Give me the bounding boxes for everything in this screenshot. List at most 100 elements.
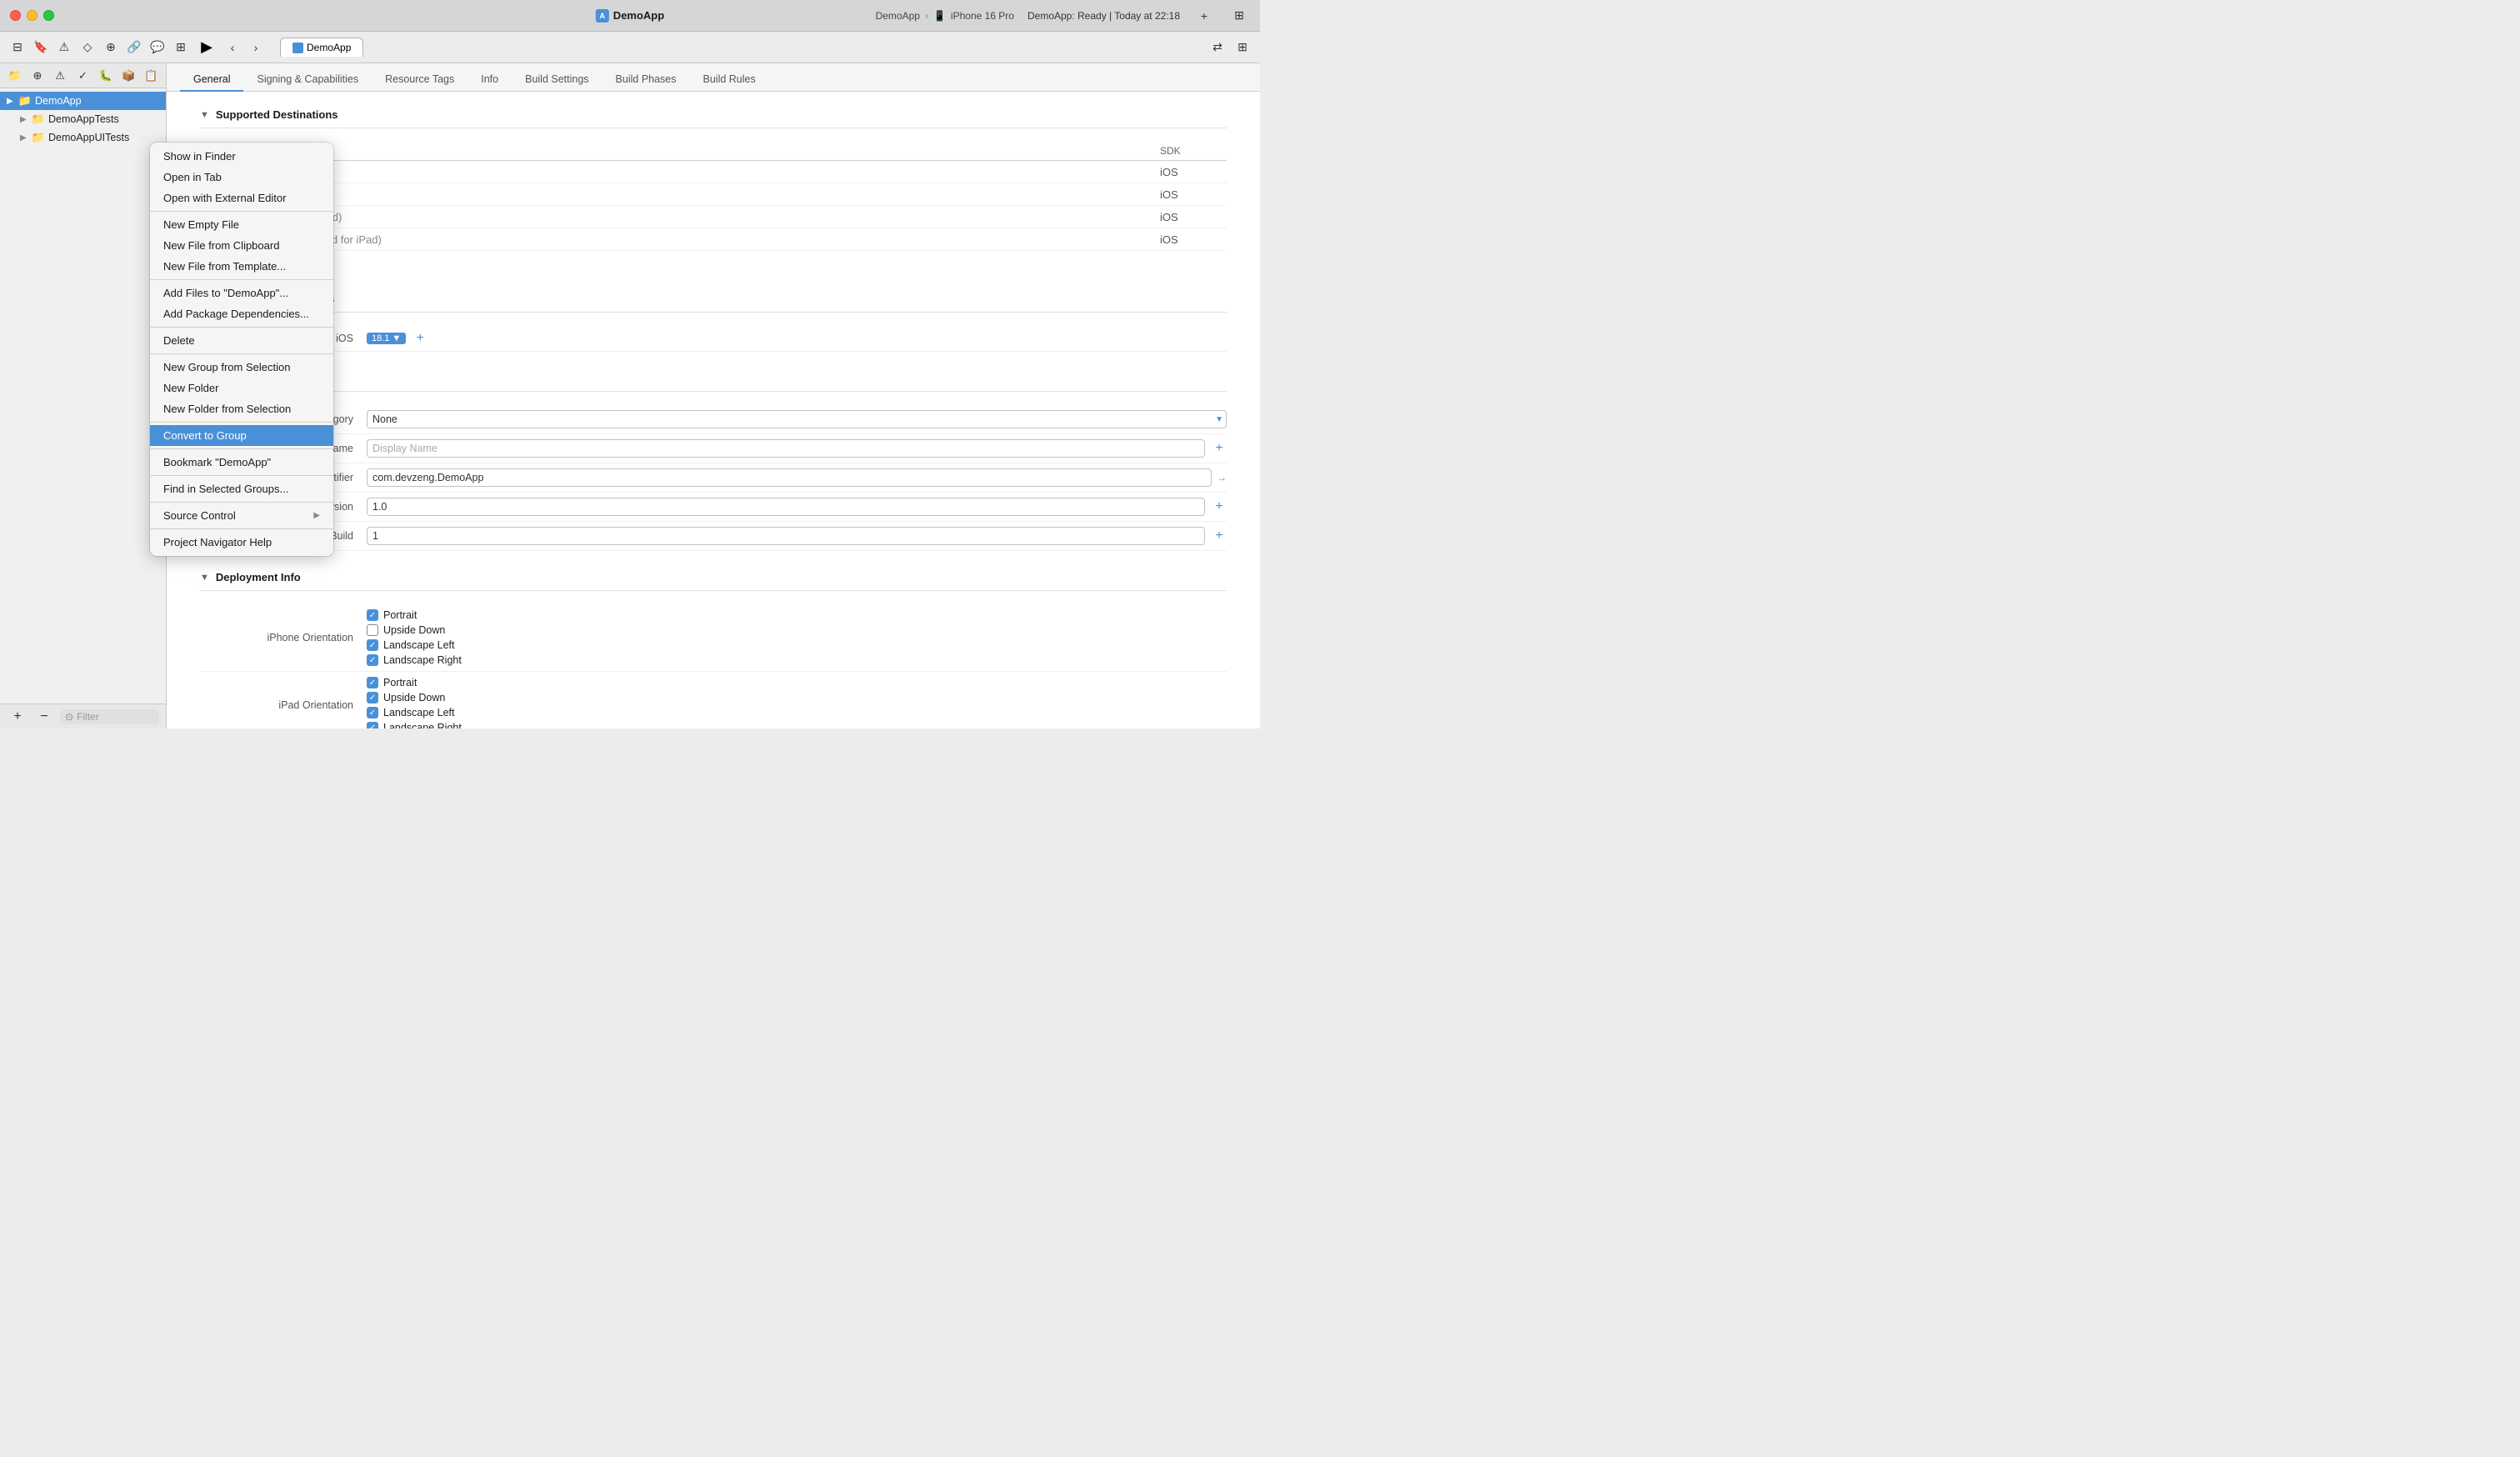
version-plus[interactable]: +: [1212, 499, 1227, 514]
dest-sdk-mac: iOS: [1160, 211, 1227, 223]
sidebar-nav: 📁 ⊕ ⚠ ✓ 🐛 📦 📋: [0, 63, 166, 88]
menu-item-new-file-template[interactable]: New File from Template...: [150, 256, 333, 277]
tab-general[interactable]: General: [180, 68, 243, 92]
version-field: +: [367, 498, 1227, 516]
version-row: Version +: [200, 493, 1227, 522]
status-label: DemoApp: Ready | Today at 22:18: [1028, 10, 1180, 22]
ipad-landscape-left-checkbox[interactable]: [367, 707, 378, 718]
ipad-portrait-checkbox[interactable]: [367, 677, 378, 688]
destinations-header: Destination SDK: [200, 142, 1227, 161]
menu-item-bookmark[interactable]: Bookmark "DemoApp": [150, 452, 333, 473]
sidebar-test-icon[interactable]: ✓: [73, 65, 92, 87]
display-name-plus[interactable]: +: [1212, 441, 1227, 456]
build-input[interactable]: [367, 527, 1205, 545]
tab-info[interactable]: Info: [468, 68, 512, 92]
iphone-upside-down-checkbox[interactable]: [367, 624, 378, 636]
iphone-orientations: Portrait Upside Down Landscape Left: [367, 609, 462, 666]
link-button[interactable]: 🔗: [123, 37, 145, 58]
iphone-portrait-checkbox[interactable]: [367, 609, 378, 621]
menu-item-add-files[interactable]: Add Files to "DemoApp"...: [150, 283, 333, 303]
ios-plus-button[interactable]: +: [412, 331, 428, 346]
section-title-destinations: Supported Destinations: [216, 108, 338, 121]
tab-build-rules[interactable]: Build Rules: [690, 68, 769, 92]
menu-item-find-groups[interactable]: Find in Selected Groups...: [150, 478, 333, 499]
comment-button[interactable]: 💬: [147, 37, 168, 58]
section-chevron-deployment[interactable]: ▼: [200, 573, 209, 583]
version-input[interactable]: [367, 498, 1205, 516]
sidebar-item-demoapp-tests[interactable]: ▶ 📁 DemoAppTests: [0, 110, 166, 128]
remove-item-button[interactable]: −: [33, 706, 55, 728]
build-plus[interactable]: +: [1212, 528, 1227, 543]
ipad-landscape-left: Landscape Left: [367, 707, 462, 718]
breadcrumb-app[interactable]: DemoApp: [876, 10, 920, 22]
ios-select-badge[interactable]: 18.1 ▼: [367, 333, 406, 344]
window-controls-button[interactable]: ⊞: [1228, 5, 1250, 27]
iphone-landscape-left-checkbox[interactable]: [367, 639, 378, 651]
sidebar-item-demoapp-ui-tests[interactable]: ▶ 📁 DemoAppUITests: [0, 128, 166, 147]
menu-item-open-external-editor[interactable]: Open with External Editor: [150, 188, 333, 208]
sidebar-report-icon[interactable]: 📋: [142, 65, 161, 87]
sidebar-source-icon[interactable]: ⊕: [28, 65, 47, 87]
menu-item-convert-to-group[interactable]: Convert to Group: [150, 425, 333, 446]
folder-icon: 📁: [18, 94, 32, 108]
menu-separator-1: [150, 211, 333, 212]
maximize-button[interactable]: [43, 10, 54, 21]
dest-name-vision: 🥽 Apple Vision (Designed for iPad): [200, 233, 1160, 246]
bundle-id-arrow[interactable]: →: [1217, 472, 1227, 483]
ipad-portrait-label: Portrait: [383, 677, 417, 688]
panel-button[interactable]: ⊞: [1232, 37, 1253, 58]
menu-item-open-in-tab[interactable]: Open in Tab: [150, 167, 333, 188]
run-button[interactable]: ▶: [195, 36, 218, 59]
breadcrumb-device-label[interactable]: iPhone 16 Pro: [951, 10, 1014, 22]
menu-item-new-folder-selection[interactable]: New Folder from Selection: [150, 398, 333, 419]
add-tab-button[interactable]: +: [1193, 5, 1215, 27]
menu-separator-8: [150, 502, 333, 503]
menu-item-new-group[interactable]: New Group from Selection: [150, 357, 333, 378]
tab-demoapp[interactable]: DemoApp: [280, 38, 363, 57]
forward-button[interactable]: ›: [245, 37, 267, 58]
display-name-input[interactable]: [367, 439, 1205, 458]
section-chevron-destinations[interactable]: ▼: [200, 110, 209, 120]
back-button[interactable]: ‹: [222, 37, 243, 58]
ipad-upside-down: Upside Down: [367, 692, 462, 703]
diamond-button[interactable]: ◇: [77, 37, 98, 58]
tab-resource-tags[interactable]: Resource Tags: [372, 68, 468, 92]
warning-button[interactable]: ⚠: [53, 37, 75, 58]
grid-button[interactable]: ⊞: [170, 37, 192, 58]
menu-item-project-navigator-help[interactable]: Project Navigator Help: [150, 532, 333, 553]
ipad-landscape-right-checkbox[interactable]: [367, 722, 378, 728]
add-item-button[interactable]: +: [7, 706, 28, 728]
iphone-landscape-right: Landscape Right: [367, 654, 462, 666]
bundle-id-input[interactable]: [367, 468, 1212, 487]
ipad-upside-down-checkbox[interactable]: [367, 692, 378, 703]
ipad-upside-down-label: Upside Down: [383, 692, 445, 703]
toolbar: ⊟ 🔖 ⚠ ◇ ⊕ 🔗 💬 ⊞ ▶ ‹ › DemoApp ⇄ ⊞: [0, 32, 1260, 63]
context-menu: Show in Finder Open in Tab Open with Ext…: [150, 143, 333, 556]
iphone-landscape-right-checkbox[interactable]: [367, 654, 378, 666]
app-category-value[interactable]: None: [367, 410, 1227, 428]
target-button[interactable]: ⊕: [100, 37, 122, 58]
menu-item-source-control[interactable]: Source Control ▶: [150, 505, 333, 526]
menu-item-delete[interactable]: Delete: [150, 330, 333, 351]
menu-item-show-in-finder[interactable]: Show in Finder: [150, 146, 333, 167]
app-category-select[interactable]: None ▼: [367, 410, 1227, 428]
sidebar-toggle-button[interactable]: ⊟: [7, 37, 28, 58]
menu-item-add-packages[interactable]: Add Package Dependencies...: [150, 303, 333, 324]
sidebar-item-demoapp[interactable]: ▶ 📁 DemoApp: [0, 92, 166, 110]
sidebar-package-icon[interactable]: 📦: [118, 65, 138, 87]
bookmark-button[interactable]: 🔖: [30, 37, 52, 58]
menu-item-new-folder[interactable]: New Folder: [150, 378, 333, 398]
minimize-button[interactable]: [27, 10, 38, 21]
menu-item-new-empty-file[interactable]: New Empty File: [150, 214, 333, 235]
tab-build-phases[interactable]: Build Phases: [602, 68, 690, 92]
sidebar-debug-icon[interactable]: 🐛: [96, 65, 115, 87]
tab-build-settings[interactable]: Build Settings: [512, 68, 602, 92]
sidebar-folder-icon[interactable]: 📁: [5, 65, 24, 87]
menu-item-new-file-clipboard[interactable]: New File from Clipboard: [150, 235, 333, 256]
swap-button[interactable]: ⇄: [1207, 37, 1228, 58]
close-button[interactable]: [10, 10, 21, 21]
identity-form: App Category None ▼ Display Name: [200, 405, 1227, 551]
sidebar-warning-icon[interactable]: ⚠: [51, 65, 70, 87]
tab-bar: DemoApp: [280, 38, 363, 57]
tab-signing[interactable]: Signing & Capabilities: [243, 68, 372, 92]
